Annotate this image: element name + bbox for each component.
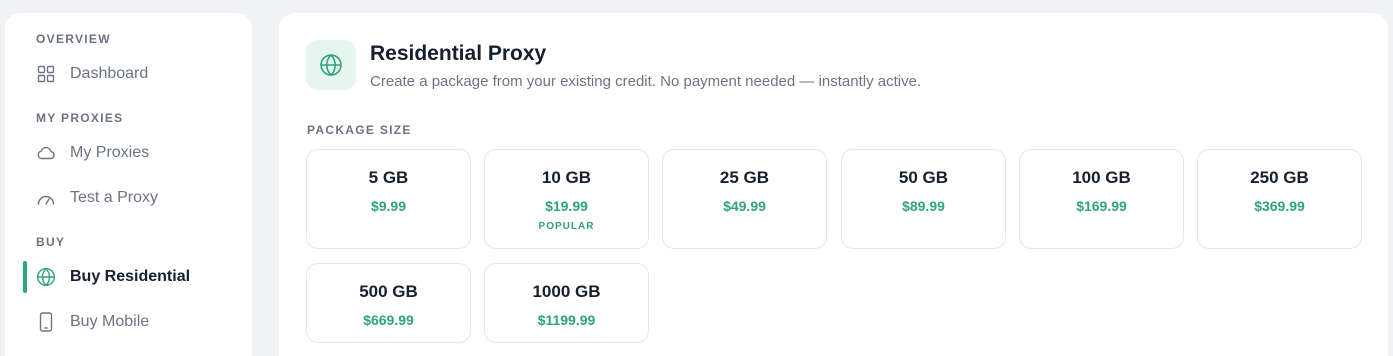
package-card-500gb[interactable]: 500 GB $669.99 (306, 263, 471, 343)
section-label-buy: BUY (36, 235, 66, 249)
main-panel: Residential Proxy Create a package from … (279, 13, 1388, 356)
package-size: 100 GB (1072, 168, 1131, 187)
sidebar-item-label: Dashboard (70, 65, 149, 82)
page-subtitle: Create a package from your existing cred… (370, 73, 922, 90)
sidebar-item-label: Buy Mobile (70, 313, 150, 330)
package-price: $1199.99 (537, 312, 596, 328)
package-price: $49.99 (723, 198, 766, 214)
sidebar-item-buy-mobile[interactable]: Buy Mobile (5, 302, 252, 342)
section-label-my-proxies: MY PROXIES (36, 111, 124, 125)
package-size: 25 GB (719, 168, 770, 187)
popular-badge: POPULAR (538, 221, 595, 232)
package-price: $9.99 (370, 198, 407, 214)
sidebar-item-label: My Proxies (70, 144, 150, 161)
package-price: $89.99 (902, 198, 945, 214)
sidebar-item-dashboard[interactable]: Dashboard (5, 54, 252, 94)
package-card-25gb[interactable]: 25 GB $49.99 (662, 149, 827, 249)
phone-icon (36, 312, 56, 332)
package-price: $169.99 (1076, 198, 1127, 214)
package-price: $669.99 (363, 312, 414, 328)
package-size-label: PACKAGE SIZE (307, 123, 412, 137)
sidebar-item-buy-residential[interactable]: Buy Residential (5, 257, 252, 297)
package-card-250gb[interactable]: 250 GB $369.99 (1197, 149, 1362, 249)
section-label-overview: OVERVIEW (36, 32, 111, 46)
globe-icon (36, 267, 56, 287)
grid-icon (36, 64, 56, 84)
sidebar: OVERVIEW Dashboard MY PROXIES My Proxies (5, 13, 252, 356)
package-card-100gb[interactable]: 100 GB $169.99 (1019, 149, 1184, 249)
package-size: 1000 GB (532, 282, 601, 301)
package-size: 10 GB (541, 168, 592, 187)
package-card-50gb[interactable]: 50 GB $89.99 (841, 149, 1006, 249)
package-size: 50 GB (898, 168, 949, 187)
package-card-5gb[interactable]: 5 GB $9.99 (306, 149, 471, 249)
package-card-10gb[interactable]: 10 GB $19.99 POPULAR (484, 149, 649, 249)
gauge-icon (36, 188, 56, 208)
cloud-icon (36, 143, 56, 163)
active-indicator (23, 261, 27, 293)
sidebar-item-label: Buy Residential (70, 268, 191, 285)
page-title: Residential Proxy (370, 42, 547, 65)
package-size: 5 GB (368, 168, 409, 187)
package-price: $369.99 (1254, 198, 1305, 214)
package-size: 250 GB (1250, 168, 1309, 187)
package-price: $19.99 (545, 198, 588, 214)
package-size: 500 GB (359, 282, 418, 301)
sidebar-item-test-a-proxy[interactable]: Test a Proxy (5, 178, 252, 218)
package-card-1000gb[interactable]: 1000 GB $1199.99 (484, 263, 649, 343)
sidebar-item-my-proxies[interactable]: My Proxies (5, 133, 252, 173)
globe-icon (306, 40, 356, 90)
sidebar-item-label: Test a Proxy (70, 189, 159, 206)
